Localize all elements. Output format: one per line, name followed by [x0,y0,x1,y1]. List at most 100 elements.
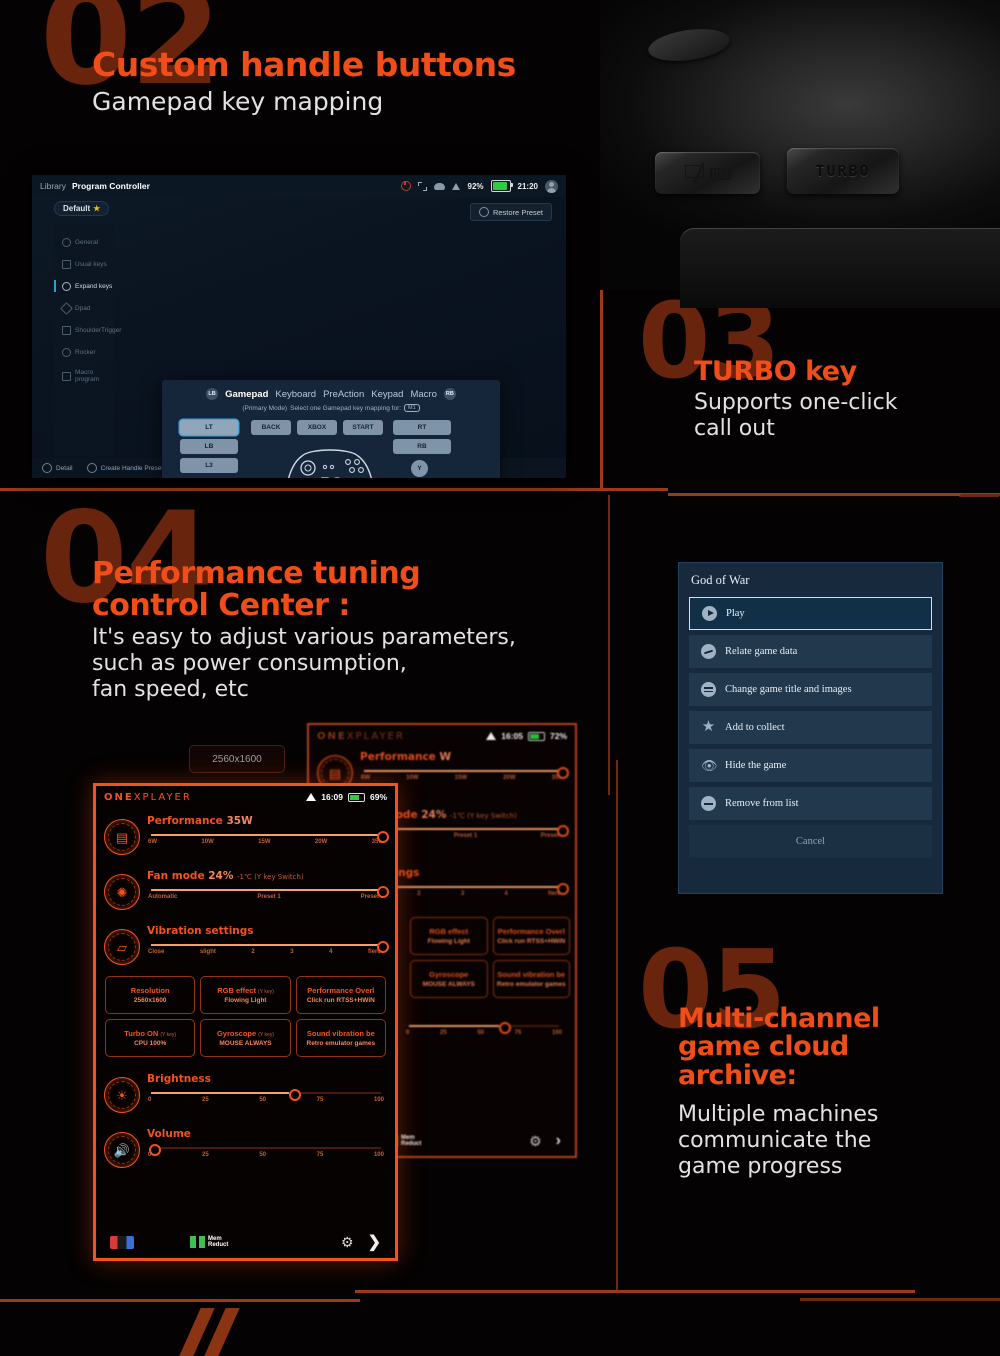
modal-tabbar: LB Gamepad Keyboard PreAction Keypad Mac… [162,380,500,400]
tick: 50 [259,1097,266,1103]
tile-sound-vibration[interactable]: Sound vibration be Retro emulator games [295,1019,386,1057]
play-icon [702,606,717,621]
expand-icon[interactable] [417,181,427,191]
menu-item-cancel[interactable]: Cancel [689,825,932,858]
gear-icon [62,237,71,247]
slider-track[interactable] [409,1021,559,1034]
mem-reduct-button[interactable]: Mem Reduct [190,1236,228,1249]
battery-icon [527,731,545,741]
slider-track-vibration[interactable] [151,940,389,953]
photo-device-edge [680,228,1000,308]
sidebar-item-shouldertrigger[interactable]: ShoulderTrigger [54,319,121,341]
tick: 25 [439,1030,447,1036]
mem-label-1: Mem [208,1235,222,1242]
tab-gamepad[interactable]: Gamepad [225,389,268,400]
bottom-action-create-handle-preset[interactable]: Create Handle Preset [86,463,163,473]
tile-resolution[interactable]: Resolution 2560x1600 [105,976,196,1014]
tile-title: Gyroscope [429,970,469,979]
section-02-title: Custom handle buttons [92,45,516,84]
menu-item-relate-game-data[interactable]: Relate game data [689,635,932,668]
sidebar-item-rocker[interactable]: Rocker [54,341,114,363]
tab-preaction[interactable]: PreAction [323,389,364,400]
key-xbox[interactable]: XBOX [297,420,337,435]
cc-bg-tile[interactable]: Gyroscope MOUSE ALWAYS [410,960,488,998]
headline-03: TURBO key Supports one-click call out [694,357,994,442]
key-rt[interactable]: RT [393,420,451,435]
menu-item-play[interactable]: Play [689,597,932,630]
gear-icon[interactable]: ⚙ [341,1234,354,1251]
menu-item-hide-the-game[interactable]: 👁 Hide the game [689,749,932,782]
cc-battery-percent: 69% [369,792,387,802]
cloud-icon[interactable] [433,182,445,190]
key-back[interactable]: BACK [251,420,291,435]
mem-label-2: Reduct [208,1242,229,1248]
slider-track-performance[interactable] [151,830,389,843]
sidebar-item-usual-keys[interactable]: Usual keys [54,253,114,275]
tile-turbo[interactable]: Turbo ON (Y key) CPU 100% [105,1019,196,1057]
headline-02: Custom handle buttons Gamepad key mappin… [92,45,592,116]
tile-rgb-effect[interactable]: RGB effect (Y key) Flowing Light [200,976,291,1014]
chevron-right-icon[interactable]: › [556,1132,561,1150]
controller-illustration [288,449,372,478]
slider-track-fan[interactable] [151,885,389,898]
tab-macro[interactable]: Macro [410,389,436,400]
slider-track-brightness[interactable] [151,1088,381,1101]
key-l3[interactable]: L3 [180,458,238,473]
key-y[interactable]: Y [411,460,428,477]
key-lb[interactable]: LB [180,439,238,454]
tab-keypad[interactable]: Keypad [371,389,403,400]
tab-keyboard[interactable]: Keyboard [275,389,316,400]
power-icon[interactable] [400,180,411,191]
sidebar-item-expand-keys[interactable]: Expand keys [54,275,114,297]
cc-bg-battery: 72% [549,731,567,741]
wifi-icon[interactable] [451,182,461,190]
cc-bg-header: ONEXPLAYER 16:05 72% [309,725,575,747]
brand-bold: ONE [104,791,134,803]
restore-preset-button[interactable]: Restore Preset [469,203,552,221]
expand-icon [62,281,71,291]
key-lt[interactable]: LT [180,420,238,435]
menu-item-change-title-images[interactable]: Change game title and images [689,673,932,706]
tile-gyroscope[interactable]: Gyroscope (Y key) MOUSE ALWAYS [200,1019,291,1057]
tick: Automatic [148,894,178,900]
section-04-title-line2: control Center : [92,587,350,623]
sidebar-item-dpad[interactable]: Dpad [54,297,114,319]
divider-horizontal-bottom [0,1299,360,1302]
minus-circle-icon [701,796,716,811]
mode-switch-key [655,152,760,194]
preset-chip[interactable]: Default ★ [54,201,110,216]
sidebar-item-macro-program[interactable]: Macro program [54,363,114,389]
slider-volume: 🔊 Volume 0 25 50 75 100 [96,1124,395,1168]
cc-bg-tile[interactable]: Performance Overl Click run RTSS+HWiN [492,917,570,955]
menu-item-add-to-collect[interactable]: ★ Add to collect [689,711,932,744]
tick: 75 [316,1097,324,1103]
bottom-action-detail[interactable]: Detail [42,463,73,473]
tile-value: Retro emulator games [496,981,566,988]
chevron-right-icon[interactable]: ❯ [368,1232,381,1252]
tile-value: Click run RTSS+HWiN [306,997,375,1004]
sidebar-item-general[interactable]: General [54,231,114,253]
menu-item-label: Add to collect [725,722,785,733]
menu-item-remove-from-list[interactable]: Remove from list [689,787,932,820]
pc-breadcrumb-root[interactable]: Library [40,181,66,191]
key-start[interactable]: START [343,420,383,435]
menu-item-label: Relate game data [725,646,798,657]
cc-bg-tile[interactable]: RGB effect Flowing Light [410,917,488,955]
tile-performance-overlay[interactable]: Performance Overl Click run RTSS+HWiN [295,976,386,1014]
key-rb[interactable]: RB [393,439,451,454]
tile-title: Turbo ON [124,1029,159,1038]
avatar[interactable] [545,179,558,193]
tick: 4 [329,949,333,955]
slider-track-volume[interactable] [149,1143,381,1156]
gear-icon[interactable]: ⚙ [529,1133,542,1150]
slider-ticks: 0 25 50 75 100 [147,1097,385,1103]
tick: 100 [551,1030,562,1036]
onexplayer-logo: ONEXPLAYER [104,792,192,803]
tick: 10W [406,775,419,781]
switch-console-icon[interactable] [110,1235,134,1249]
cc-bg-tile[interactable]: Sound vibration be Retro emulator games [492,960,570,998]
pc-breadcrumb-current[interactable]: Program Controller [72,181,150,191]
slider-track[interactable] [364,766,569,779]
trigger-icon [62,325,71,335]
slider-name: Volume [147,1128,191,1140]
